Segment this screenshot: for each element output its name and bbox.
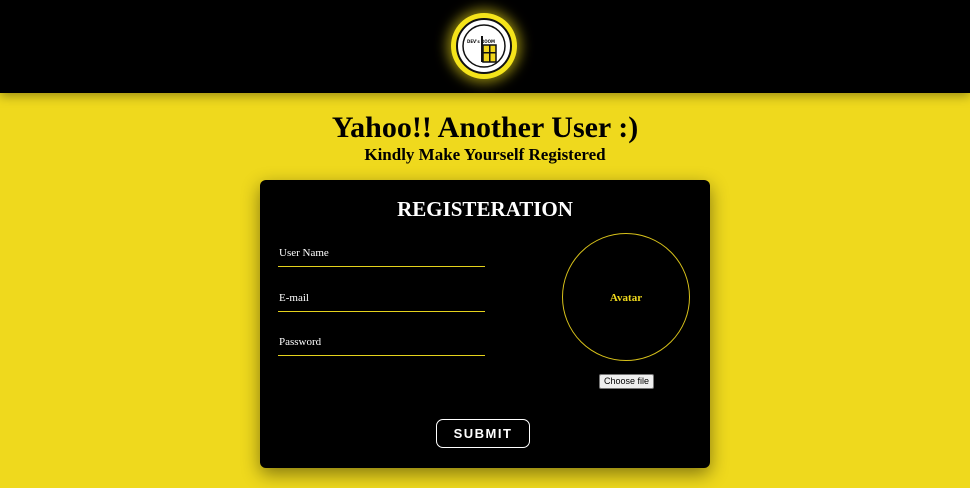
email-field[interactable]: E-mail — [278, 289, 485, 312]
logo-graphic — [462, 24, 506, 68]
username-field[interactable]: User Name — [278, 244, 485, 267]
password-input[interactable] — [278, 333, 485, 355]
site-header: DEV's ROOM — [0, 0, 970, 93]
choose-file-button[interactable]: Choose file — [599, 374, 655, 389]
page-subtitle: Kindly Make Yourself Registered — [364, 145, 606, 164]
avatar-preview: Avatar — [562, 233, 690, 361]
username-input[interactable] — [278, 244, 485, 266]
site-logo[interactable]: DEV's ROOM — [451, 13, 517, 79]
logo-badge: DEV's ROOM — [456, 18, 512, 74]
form-title: REGISTERATION — [397, 197, 573, 221]
submit-button[interactable]: SUBMIT — [436, 419, 530, 448]
password-field[interactable]: Password — [278, 333, 485, 356]
avatar-label: Avatar — [609, 292, 643, 304]
page-title: Yahoo!! Another User :) — [331, 111, 639, 144]
email-input[interactable] — [278, 289, 485, 311]
registration-form: REGISTERATION User Name E-mail Password … — [260, 180, 710, 468]
logo-text: DEV's ROOM — [467, 39, 496, 44]
